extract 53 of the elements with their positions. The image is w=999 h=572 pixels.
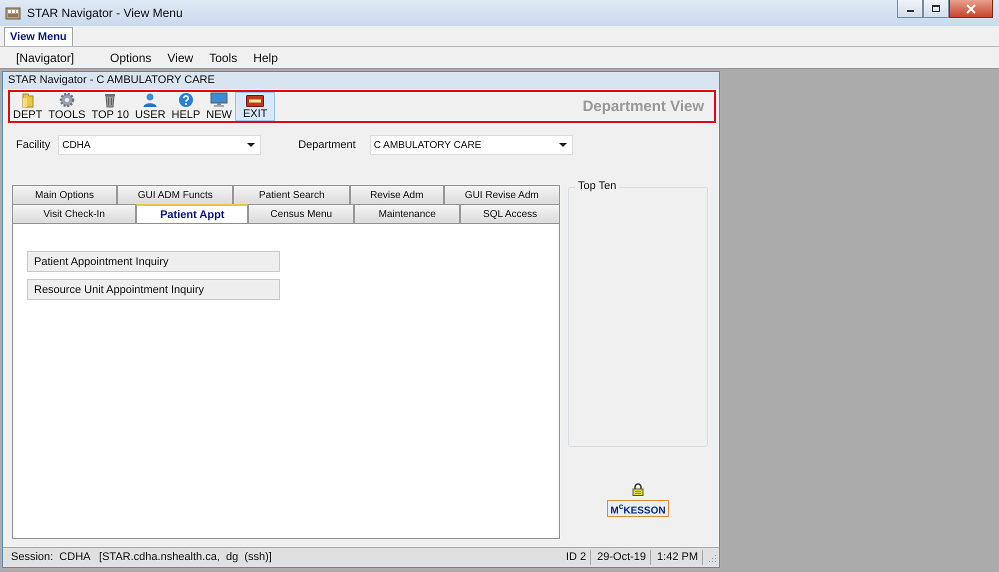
child-window-title: STAR Navigator - C AMBULATORY CARE (3, 72, 719, 89)
id-status: ID 2 (562, 550, 592, 565)
minimize-button[interactable] (897, 0, 923, 18)
time-status: 1:42 PM (653, 550, 703, 565)
dropdown-field[interactable]: CDHA (58, 135, 262, 155)
window-title: STAR Navigator - View Menu (27, 6, 183, 20)
toolbar-button[interactable]: HELP (168, 92, 204, 121)
maximize-button[interactable] (923, 0, 949, 18)
dropdown-field[interactable]: C AMBULATORY CARE (370, 135, 573, 155)
date-status: 29-Oct-19 (593, 550, 652, 565)
dropdown-arrow-icon (558, 143, 567, 147)
toolbar-button[interactable]: DEPT (10, 92, 46, 121)
session-status: Session: CDHA [STAR.cdha.nshealth.ca, dg (ssh)] (10, 550, 273, 565)
toolbar-button[interactable]: TOOLS (45, 92, 88, 121)
toolbar-button[interactable]: USER (132, 92, 169, 121)
user-icon (142, 92, 158, 108)
close-icon (966, 4, 976, 14)
field-label: Facility (16, 139, 50, 151)
view-tab[interactable]: View Menu (4, 27, 73, 46)
tab[interactable]: GUI Revise Adm (444, 185, 560, 204)
toolbar-button[interactable]: TOP 10 (88, 92, 132, 121)
help-icon (178, 92, 194, 108)
resize-grip-icon (707, 552, 717, 562)
field-label: Department (298, 139, 356, 151)
action-button[interactable]: Resource Unit Appointment Inquiry (27, 279, 280, 300)
app-icon (5, 5, 21, 21)
padlock-icon (632, 483, 644, 496)
tab[interactable]: GUI ADM Functs (117, 185, 234, 204)
action-button[interactable]: Patient Appointment Inquiry (27, 251, 280, 272)
tab[interactable]: Maintenance (354, 204, 460, 223)
tab[interactable]: Patient Appt (136, 204, 248, 223)
folder-icon (20, 92, 36, 108)
group-title: Top Ten (575, 180, 620, 192)
toolbar-button[interactable]: NEW (203, 92, 235, 121)
maximize-icon (931, 4, 941, 13)
tab[interactable]: Visit Check-In (12, 204, 136, 223)
tab[interactable]: Patient Search (233, 185, 350, 204)
tab[interactable]: Main Options (12, 185, 118, 204)
monitor-icon (210, 92, 228, 108)
tab[interactable]: SQL Access (460, 204, 560, 223)
toolbar-button[interactable]: EXIT (234, 92, 276, 121)
menu-item[interactable]: [Navigator] (8, 50, 82, 64)
exit-sign-icon (246, 95, 264, 107)
menu-item[interactable]: Help (245, 50, 286, 64)
tab[interactable]: Revise Adm (350, 185, 444, 204)
view-title: Department View (582, 98, 704, 115)
company-logo: M$^{c}$KESSON (607, 500, 669, 518)
menu-item[interactable]: Tools (201, 50, 246, 64)
menu-item[interactable]: View (159, 50, 202, 64)
dropdown-arrow-icon (247, 143, 256, 147)
tab[interactable]: Census Menu (248, 204, 354, 223)
menu-item[interactable]: Options (102, 50, 160, 64)
close-button[interactable] (949, 0, 993, 18)
